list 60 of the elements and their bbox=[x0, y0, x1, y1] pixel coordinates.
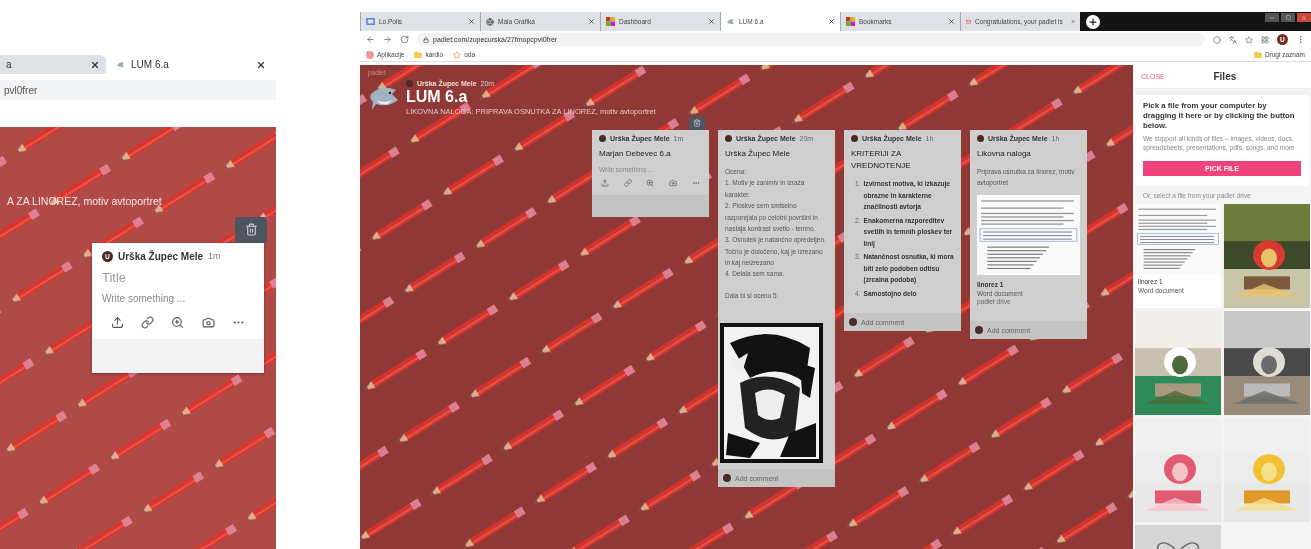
delete-button[interactable] bbox=[235, 217, 267, 243]
close-icon[interactable] bbox=[256, 59, 266, 70]
tiles-icon bbox=[606, 17, 615, 26]
shark-icon bbox=[726, 17, 735, 26]
close-icon[interactable] bbox=[90, 59, 100, 70]
delete-button[interactable] bbox=[689, 117, 705, 130]
avatar-icon bbox=[406, 80, 413, 87]
board-title: LUM 6.a bbox=[406, 88, 469, 106]
trash-icon bbox=[693, 119, 701, 128]
menu-icon[interactable] bbox=[1296, 35, 1305, 44]
bookmark-star-icon[interactable] bbox=[1245, 35, 1253, 44]
new-tab-button[interactable] bbox=[1086, 14, 1100, 29]
star-icon bbox=[453, 50, 462, 59]
close-icon bbox=[1301, 14, 1307, 21]
avatar-icon bbox=[849, 318, 857, 327]
post-title[interactable]: Marjan Debevec 6.a bbox=[599, 148, 702, 160]
mail-icon bbox=[966, 17, 971, 26]
avatar-icon bbox=[851, 135, 858, 142]
avatar-icon bbox=[723, 474, 731, 483]
reload-icon[interactable] bbox=[400, 35, 409, 44]
globe-icon bbox=[486, 17, 494, 26]
close-icon[interactable] bbox=[948, 18, 955, 25]
maximize-icon bbox=[1285, 15, 1291, 20]
title-field[interactable]: Title bbox=[102, 269, 254, 285]
avatar-icon bbox=[599, 135, 606, 142]
post-time: 1m bbox=[208, 251, 221, 262]
forward-icon[interactable] bbox=[383, 35, 392, 44]
more-icon[interactable] bbox=[691, 179, 700, 187]
tiles-icon bbox=[846, 17, 855, 26]
search-icon[interactable] bbox=[646, 179, 655, 187]
body-field[interactable]: Write something ... bbox=[102, 292, 254, 304]
post-title: Likovna naloga bbox=[977, 148, 1032, 160]
apps-grid-icon bbox=[366, 50, 374, 59]
maximize-button[interactable] bbox=[1281, 13, 1295, 22]
close-icon[interactable] bbox=[588, 18, 595, 25]
close-icon[interactable] bbox=[708, 18, 715, 25]
folder-icon bbox=[414, 50, 423, 59]
folder-icon bbox=[1253, 50, 1262, 59]
post-author: Urška Župec Mele bbox=[118, 250, 204, 262]
address-bar[interactable]: pvl0frer bbox=[0, 80, 276, 100]
shark-icon bbox=[116, 60, 125, 69]
close-window-button[interactable] bbox=[1297, 13, 1311, 22]
panel-title: Files bbox=[1212, 71, 1238, 82]
link-icon[interactable] bbox=[141, 315, 155, 329]
back-icon[interactable] bbox=[366, 35, 375, 44]
search-icon[interactable] bbox=[171, 315, 185, 329]
close-icon[interactable] bbox=[468, 18, 475, 25]
post-title: KRITERIJI ZA VREDNOTENJE bbox=[851, 148, 912, 172]
upload-icon[interactable] bbox=[110, 315, 124, 329]
camera-icon[interactable] bbox=[201, 315, 215, 329]
minimize-icon bbox=[1269, 14, 1275, 21]
avatar-icon bbox=[977, 135, 984, 142]
post-title: Urška Župec Mele bbox=[725, 148, 791, 160]
avatar-icon bbox=[725, 135, 732, 142]
browser-tab[interactable]: a bbox=[0, 55, 106, 74]
translate-icon[interactable] bbox=[1229, 35, 1237, 44]
trash-icon bbox=[244, 223, 258, 237]
avatar-icon bbox=[975, 326, 983, 335]
close-icon[interactable] bbox=[828, 18, 835, 25]
minimize-button[interactable] bbox=[1265, 13, 1279, 22]
